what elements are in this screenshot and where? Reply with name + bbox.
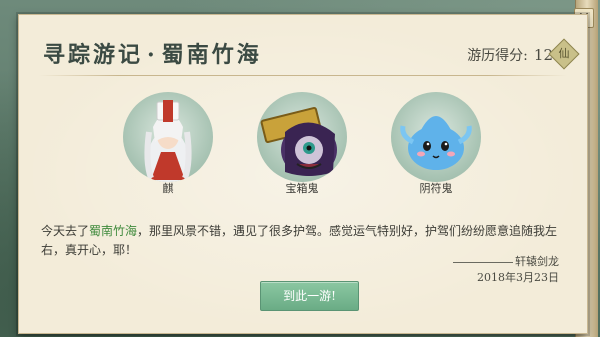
journal-place-link: 蜀南竹海 (89, 224, 138, 238)
treasure-ghost-portrait-icon (257, 92, 347, 182)
journal-text-before: 今天去了 (41, 224, 90, 238)
character-name: 宝箱鬼 (285, 182, 319, 195)
visit-button[interactable]: 到此一游! (260, 281, 359, 311)
title-separator: · (147, 42, 158, 68)
title-divider (39, 75, 567, 76)
signature-date: 2018年3月23日 (477, 271, 559, 284)
signature: 轩辕剑龙 2018年3月23日 (453, 254, 559, 286)
yin-talisman-ghost-portrait-icon (391, 92, 481, 182)
score-label: 游历得分: (467, 48, 528, 64)
page-title: 寻踪游记 · 蜀南竹海 (43, 37, 262, 69)
score-badge-icon: 仙 (548, 38, 580, 70)
qilin-portrait-icon (123, 92, 213, 182)
character-name: 麒 (162, 182, 174, 195)
character-name: 阴符鬼 (419, 182, 453, 195)
score-badge-glyph: 仙 (558, 47, 570, 60)
character-qilin[interactable]: 麒 (123, 92, 213, 202)
signature-line (453, 261, 513, 263)
journal-card: 寻踪游记 · 蜀南竹海 游历得分: 12 仙 麒 宝箱鬼 阴符鬼 今天去了蜀南竹… (18, 14, 588, 334)
score-display: 游历得分: 12 (467, 45, 553, 65)
signature-author: 轩辕剑龙 (515, 255, 559, 268)
title-place: 蜀南竹海 (161, 42, 262, 68)
character-yin-ghost[interactable]: 阴符鬼 (391, 92, 481, 202)
character-treasure-ghost[interactable]: 宝箱鬼 (257, 92, 347, 202)
title-prefix: 寻踪游记 (43, 42, 144, 68)
